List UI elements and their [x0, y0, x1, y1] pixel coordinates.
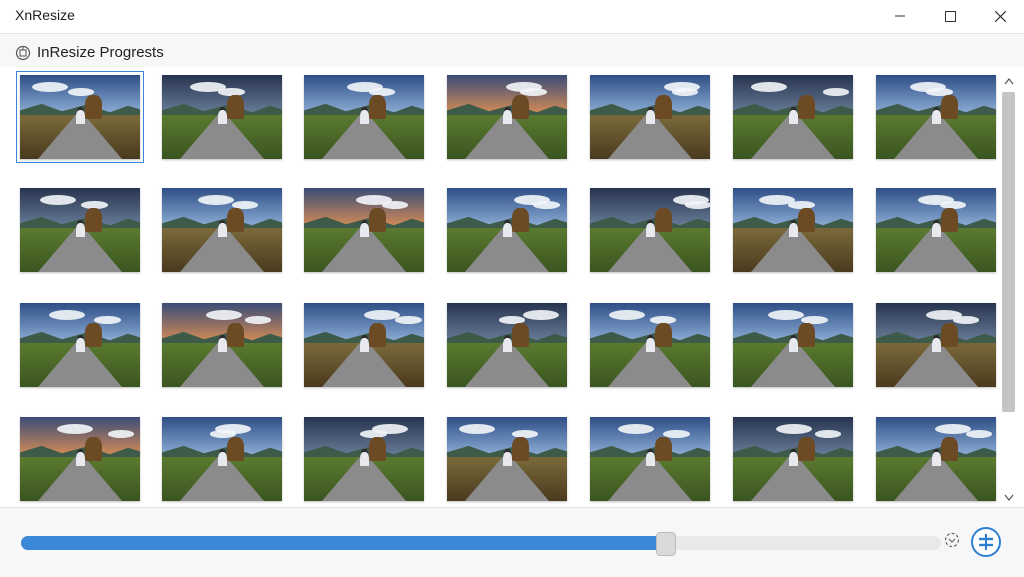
minimize-button[interactable] — [877, 0, 923, 32]
thumbnail-item[interactable] — [447, 303, 567, 387]
thumbnail-item[interactable] — [733, 75, 853, 159]
header-label: InResize Progrests — [37, 44, 164, 61]
slider-handle[interactable] — [656, 532, 676, 556]
thumbnail-item[interactable] — [590, 75, 710, 159]
thumbnail-item[interactable] — [162, 303, 282, 387]
app-title: XnResize — [15, 7, 75, 23]
scroll-down-button[interactable] — [1001, 490, 1017, 504]
close-button[interactable] — [977, 0, 1023, 32]
close-icon — [994, 10, 1006, 22]
thumbnail-item[interactable] — [733, 417, 853, 501]
vertical-scrollbar[interactable] — [999, 74, 1019, 504]
thumbnail-item[interactable] — [304, 75, 424, 159]
thumbnail-item[interactable] — [304, 188, 424, 272]
chevron-down-icon — [1004, 494, 1014, 501]
thumbnail-item[interactable] — [447, 75, 567, 159]
minimize-icon — [895, 15, 905, 17]
thumbnail-item[interactable] — [590, 188, 710, 272]
thumbnail-item[interactable] — [590, 303, 710, 387]
thumbnail-item[interactable] — [162, 417, 282, 501]
thumbnail-item[interactable] — [447, 417, 567, 501]
thumbnail-item[interactable] — [162, 188, 282, 272]
scrollbar-thumb[interactable] — [1002, 92, 1015, 412]
bottom-bar — [0, 507, 1024, 577]
thumbnail-item[interactable] — [876, 75, 996, 159]
thumbnail-item[interactable] — [16, 71, 144, 163]
spinner-icon[interactable] — [943, 531, 961, 549]
title-bar: XnResize — [0, 0, 1024, 32]
progress-header: InResize Progrests — [0, 33, 1024, 68]
thumbnail-item[interactable] — [733, 188, 853, 272]
thumbnail-grid — [0, 67, 1024, 507]
drive-icon — [15, 45, 31, 61]
thumbnail-item[interactable] — [20, 303, 140, 387]
thumbnail-item[interactable] — [590, 417, 710, 501]
thumbnail-item[interactable] — [20, 188, 140, 272]
progress-fill — [21, 536, 665, 550]
maximize-button[interactable] — [927, 0, 973, 32]
chevron-up-icon — [1004, 77, 1014, 84]
thumbnail-item[interactable] — [162, 75, 282, 159]
scroll-up-button[interactable] — [1001, 74, 1017, 88]
thumbnail-item[interactable] — [20, 417, 140, 501]
thumbnail-item[interactable] — [733, 303, 853, 387]
thumbnail-item[interactable] — [876, 417, 996, 501]
thumbnail-item[interactable] — [304, 303, 424, 387]
thumbnail-item[interactable] — [447, 188, 567, 272]
maximize-icon — [944, 10, 956, 22]
thumbnail-item[interactable] — [876, 303, 996, 387]
thumbnail-item[interactable] — [304, 417, 424, 501]
equal-circle-icon[interactable] — [970, 526, 1002, 558]
thumbnail-item[interactable] — [876, 188, 996, 272]
progress-slider[interactable] — [21, 532, 941, 556]
